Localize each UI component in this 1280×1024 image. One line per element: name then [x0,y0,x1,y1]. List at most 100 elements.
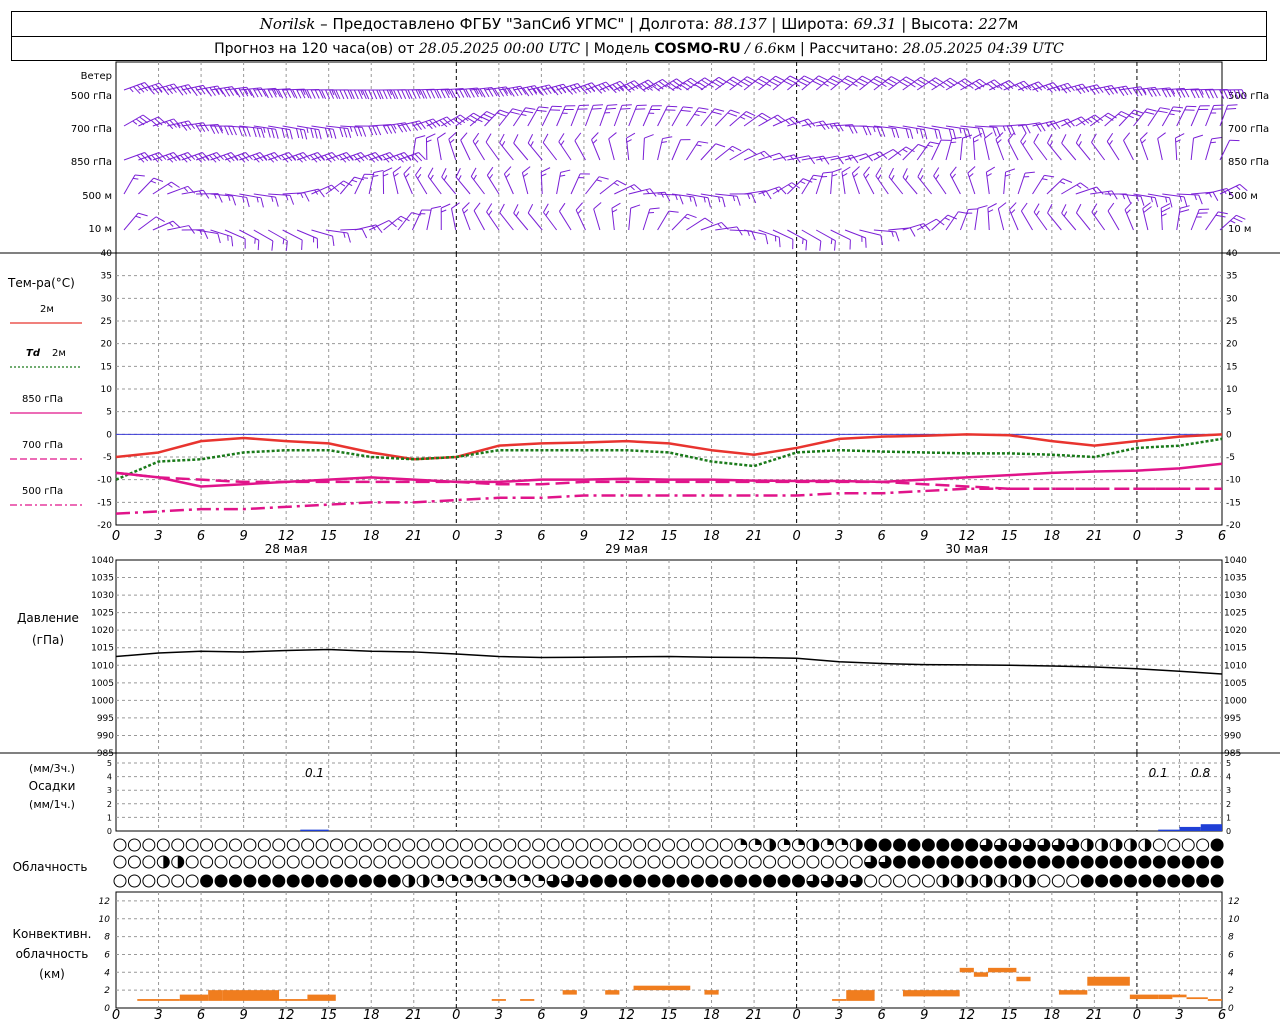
cloud-cover-icon [286,838,300,852]
conv-ytick-left: 2 [104,986,110,996]
wind-barb-10m [987,203,997,231]
temp-hour-label: 15 [1001,529,1018,544]
cloud-cover-icon [690,838,704,852]
wind-barb-500m [585,176,609,195]
conv-title: Конвективн. [13,927,92,941]
cloud-cover-icon [1022,838,1036,852]
wind-barb-500m [657,193,684,205]
wind-barb-700hpa [282,125,308,140]
wind-barb-500m [239,193,264,208]
wind-barb-850hpa [916,141,940,161]
wind-barb-500m [556,169,571,195]
pressure-ytick-right: 1040 [1224,556,1247,566]
wind-barb-850hpa [729,148,757,161]
cloud-cover-icon [950,838,964,852]
conv-bar [307,994,336,1001]
precip-ytick-right: 5 [1226,759,1231,768]
cloud-cover-icon [402,874,416,888]
cloud-cover-icon [1080,855,1094,869]
precip-ytick-right: 1 [1226,813,1231,822]
cloud-cover-icon [604,874,618,888]
wind-barb-700hpa [931,125,957,140]
wind-barb-500m [123,174,145,195]
cloud-cover-icon [560,838,574,852]
cloud-cover-icon [228,855,242,869]
wind-barb-500m [851,166,860,195]
conv-bar [1207,999,1222,1001]
conv-bar [704,990,719,995]
conv-hour-label: 0 [792,1008,800,1023]
temp-hour-label: 0 [112,529,120,544]
cloud-cover-icon [907,838,921,852]
cloud-cover-icon [1181,874,1195,888]
temp-hour-label: 0 [452,529,460,544]
pressure-ytick-left: 995 [97,714,114,724]
pressure-ytick-left: 1030 [91,591,114,601]
wind-barb-10m [916,218,945,231]
conv-ytick-left: 8 [104,933,110,943]
wind-barb-500m [967,166,976,195]
wind-barb-10m [815,229,836,251]
cloud-cover-icon [228,838,242,852]
wind-barb-500m [917,167,932,195]
cloud-cover-icon [936,874,950,888]
conv-bar [988,967,1017,973]
conv-bar [520,999,535,1001]
cloud-cover-icon [763,874,777,888]
cloud-cover-icon [907,874,921,888]
cloud-cover-icon [907,855,921,869]
pressure-ytick-right: 995 [1224,714,1241,724]
cloud-cover-icon [1022,855,1036,869]
cloud-cover-icon [690,874,704,888]
cloud-cover-icon [560,874,574,888]
temp-ytick-right: -15 [1226,498,1241,508]
wind-barb-500m [1118,193,1145,206]
cloud-cover-icon [1109,874,1123,888]
wind-barb-500m [403,166,413,195]
cloud-cover-icon [503,855,517,869]
wind-barb-500hpa [152,83,181,96]
cloud-cover-icon [517,874,531,888]
wind-barb-500hpa [1061,83,1090,95]
wind-barb-850hpa [542,133,558,161]
wind-barb-850hpa [902,143,928,161]
cloud-cover-icon [921,874,935,888]
legend-label: 2м [40,304,54,315]
cloud-cover-icon [156,855,170,869]
cloud-cover-icon [301,874,315,888]
wind-barb-700hpa [1061,116,1090,127]
cloud-cover-icon [878,838,892,852]
wind-barb-500hpa [989,80,1017,91]
wind-barb-700hpa [845,125,872,136]
wind-barb-10m [1176,205,1190,231]
wind-barb-10m [426,205,442,231]
cloud-cover-icon [560,855,574,869]
cloud-cover-icon [532,855,546,869]
wind-barb-850hpa [460,132,471,161]
conv-bar [902,990,960,997]
cloud-cover-icon [1022,874,1036,888]
wind-barb-500m [841,166,851,195]
cloud-cover-icon [113,874,127,888]
wind-barb-10m [543,203,558,231]
temp-hour-label: 6 [537,529,545,544]
wind-barb-700hpa [1003,124,1031,134]
cloud-cover-icon [849,874,863,888]
conv-ytick-right: 12 [1228,897,1240,907]
cloud-cover-icon [416,838,430,852]
cloud-cover-icon [618,855,632,869]
cloud-cover-icon [893,855,907,869]
wind-barb-10m [152,220,181,231]
cloud-cover-icon [301,838,315,852]
cloud-cover-icon [662,855,676,869]
wind-barb-850hpa [642,134,654,161]
wind-barb-500hpa [945,78,974,91]
cloud-cover-icon [921,838,935,852]
conv-hour-label: 21 [405,1008,422,1023]
cloud-cover-icon [849,838,863,852]
cloud-cover-icon [243,874,257,888]
cloud-cover-icon [662,874,676,888]
conv-ytick-right: 6 [1228,950,1234,960]
pressure-ytick-left: 1040 [91,556,114,566]
wind-level-right: 500 гПа [1228,91,1269,102]
